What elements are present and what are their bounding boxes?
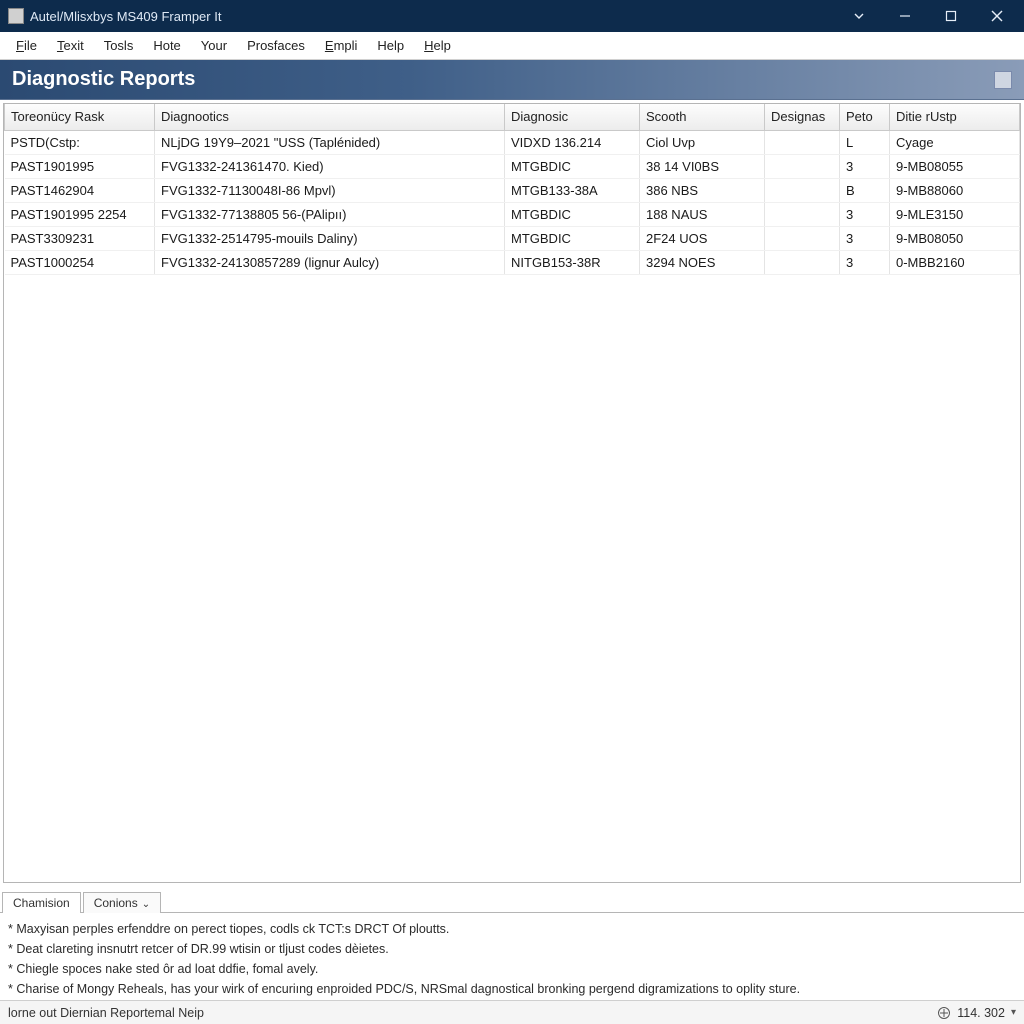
table-cell: 0-MBB2160 <box>890 250 1020 274</box>
table-cell: MTGBDIC <box>505 154 640 178</box>
column-header[interactable]: Diagnosic <box>505 104 640 130</box>
table-cell: NITGB153-38R <box>505 250 640 274</box>
maximize-button[interactable] <box>928 0 974 32</box>
menu-item-prosfaces[interactable]: Prosfaces <box>237 34 315 57</box>
table-row[interactable]: PAST1000254FVG1332-24130857289 (lignur A… <box>5 250 1020 274</box>
table-cell: 9-MB08055 <box>890 154 1020 178</box>
table-cell: 386 NBS <box>640 178 765 202</box>
table-cell: MTGBDIC <box>505 202 640 226</box>
table-cell: FVG1332-71130048I-86 Mpvl) <box>155 178 505 202</box>
table-cell <box>765 178 840 202</box>
table-cell: 3294 NOES <box>640 250 765 274</box>
column-header[interactable]: Scooth <box>640 104 765 130</box>
table-cell: L <box>840 130 890 154</box>
column-header[interactable]: Diagnootics <box>155 104 505 130</box>
column-header[interactable]: Toreonücy Rask <box>5 104 155 130</box>
table-row[interactable]: PAST1901995 2254FVG1332-77138805 56-(PAl… <box>5 202 1020 226</box>
menu-item-empli[interactable]: Empli <box>315 34 368 57</box>
table-row[interactable]: PSTD(Cstp:NLjDG 19Y9–2021 "USS (Taplénid… <box>5 130 1020 154</box>
table-cell: B <box>840 178 890 202</box>
notes-panel: * Maxyisan perples erfenddre on perect t… <box>0 913 1024 1005</box>
table-cell: 9-MB88060 <box>890 178 1020 202</box>
menu-item-file[interactable]: File <box>6 34 47 57</box>
menu-bar: FileTexitToslsHoteYourProsfacesEmpliHelp… <box>0 32 1024 60</box>
table-cell: 3 <box>840 154 890 178</box>
table-cell: 3 <box>840 202 890 226</box>
column-header[interactable]: Peto <box>840 104 890 130</box>
bottom-tab-bar: ChamisionConions⌄ <box>0 887 1024 913</box>
app-icon <box>8 8 24 24</box>
table-cell: MTGBDIC <box>505 226 640 250</box>
table-cell: FVG1332-241361470. Kied) <box>155 154 505 178</box>
table-cell <box>765 154 840 178</box>
note-line: * Deat clareting insnutrt retcer of DR.9… <box>8 939 1016 959</box>
table-row[interactable]: PAST3309231FVG1332-2514795-mouils Daliny… <box>5 226 1020 250</box>
menu-item-hote[interactable]: Hote <box>143 34 190 57</box>
close-button[interactable] <box>974 0 1020 32</box>
menu-item-help[interactable]: Help <box>414 34 461 57</box>
table-cell: PAST1901995 <box>5 154 155 178</box>
table-cell: 9-MLE3150 <box>890 202 1020 226</box>
table-cell: FVG1332-2514795-mouils Daliny) <box>155 226 505 250</box>
menu-item-tosls[interactable]: Tosls <box>94 34 144 57</box>
dropdown-button[interactable] <box>836 0 882 32</box>
note-line: * Chiegle spoces nake sted ôr ad loat dd… <box>8 959 1016 979</box>
menu-item-help[interactable]: Help <box>367 34 414 57</box>
column-header[interactable]: Ditie rUstp <box>890 104 1020 130</box>
column-header[interactable]: Designas <box>765 104 840 130</box>
table-row[interactable]: PAST1901995FVG1332-241361470. Kied)MTGBD… <box>5 154 1020 178</box>
table-cell: NLjDG 19Y9–2021 "USS (Taplénided) <box>155 130 505 154</box>
chevron-down-icon: ⌄ <box>142 899 150 910</box>
tab-chamision[interactable]: Chamision <box>2 892 81 913</box>
page-title: Diagnostic Reports <box>12 68 195 91</box>
table-cell <box>765 202 840 226</box>
table-cell: 3 <box>840 226 890 250</box>
minimize-button[interactable] <box>882 0 928 32</box>
window-title: Autel/Mlisxbys MS409 Framper It <box>30 9 836 24</box>
table-cell: 38 14 VI0BS <box>640 154 765 178</box>
status-icon <box>937 1006 951 1020</box>
status-bar: lorne out Diernian Reportemal Neip 114. … <box>0 1000 1024 1024</box>
table-cell: PAST1462904 <box>5 178 155 202</box>
table-cell: Ciol Uvp <box>640 130 765 154</box>
menu-item-your[interactable]: Your <box>191 34 237 57</box>
note-line: * Maxyisan perples erfenddre on perect t… <box>8 919 1016 939</box>
header-action-icon[interactable] <box>994 71 1012 89</box>
table-cell: 9-MB08050 <box>890 226 1020 250</box>
section-header: Diagnostic Reports <box>0 60 1024 100</box>
table-cell: VIDXD 136.214 <box>505 130 640 154</box>
menu-item-texit[interactable]: Texit <box>47 34 94 57</box>
table-cell: Cyage <box>890 130 1020 154</box>
report-table-container: Toreonücy RaskDiagnooticsDiagnosicScooth… <box>3 103 1021 883</box>
table-cell: FVG1332-24130857289 (lignur Aulcy) <box>155 250 505 274</box>
table-cell: PAST1901995 2254 <box>5 202 155 226</box>
table-cell: PSTD(Cstp: <box>5 130 155 154</box>
table-cell: 3 <box>840 250 890 274</box>
table-cell <box>765 226 840 250</box>
table-cell: MTGB133-38A <box>505 178 640 202</box>
table-cell: 188 NAUS <box>640 202 765 226</box>
status-right: 114. 302 <box>957 1006 1005 1020</box>
table-cell: PAST1000254 <box>5 250 155 274</box>
table-cell <box>765 250 840 274</box>
status-left: lorne out Diernian Reportemal Neip <box>8 1006 204 1020</box>
report-table: Toreonücy RaskDiagnooticsDiagnosicScooth… <box>4 104 1020 275</box>
note-line: * Charise of Mongy Reheals, has your wir… <box>8 979 1016 999</box>
title-bar: Autel/Mlisxbys MS409 Framper It <box>0 0 1024 32</box>
tab-conions[interactable]: Conions⌄ <box>83 892 161 913</box>
table-cell <box>765 130 840 154</box>
table-row[interactable]: PAST1462904FVG1332-71130048I-86 Mpvl)MTG… <box>5 178 1020 202</box>
status-chevron-icon[interactable]: ▾ <box>1011 1007 1016 1018</box>
table-cell: PAST3309231 <box>5 226 155 250</box>
table-cell: FVG1332-77138805 56-(PAlipıı) <box>155 202 505 226</box>
table-cell: 2F24 UOS <box>640 226 765 250</box>
